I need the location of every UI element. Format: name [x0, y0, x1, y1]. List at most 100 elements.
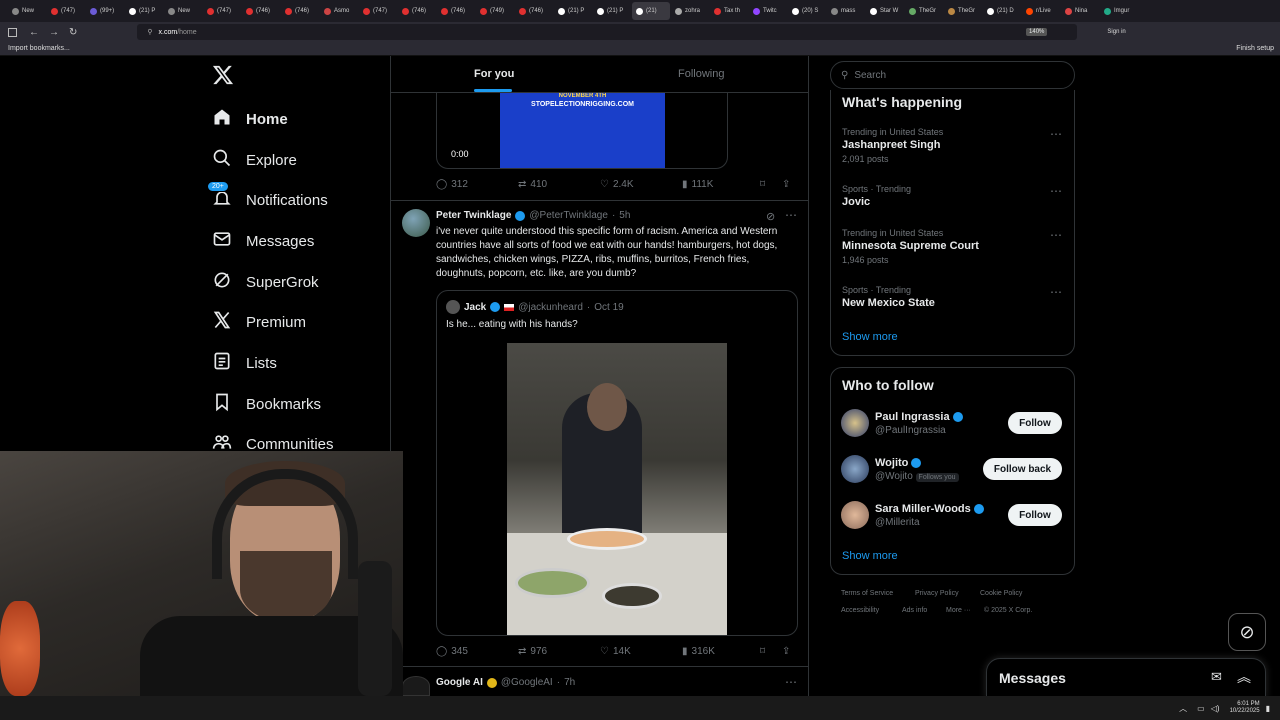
avatar[interactable]: [402, 209, 430, 237]
expand-icon[interactable]: ︽: [1237, 667, 1251, 687]
finish-setup-link[interactable]: Finish setup: [1236, 45, 1274, 52]
browser-tab[interactable]: (99+): [86, 2, 124, 20]
quote-photo[interactable]: [507, 343, 727, 635]
more-options-icon[interactable]: ⋯: [1050, 184, 1063, 198]
address-bar[interactable]: ⚲ x.com/home 140%: [137, 24, 1078, 40]
repost-button[interactable]: ⇄ 410: [518, 179, 600, 190]
clock-time[interactable]: 6:01 PM: [1230, 701, 1259, 708]
network-icon[interactable]: ▭: [1197, 704, 1205, 713]
browser-tab[interactable]: (746): [281, 2, 319, 20]
browser-tab[interactable]: (20) S: [788, 2, 826, 20]
show-more-trends-link[interactable]: Show more: [842, 331, 898, 343]
sidebar-item-messages[interactable]: Messages: [212, 229, 314, 253]
volume-icon[interactable]: ◁): [1211, 704, 1220, 713]
new-message-icon[interactable]: ✉: [1211, 669, 1222, 685]
follow-back-button[interactable]: Follow back: [983, 458, 1062, 480]
more-options-icon[interactable]: ⋯: [1050, 127, 1063, 141]
browser-tab[interactable]: Tax th: [710, 2, 748, 20]
follow-suggestion[interactable]: Paul Ingrassia @PaulIngrassia: [841, 409, 963, 437]
zoom-level[interactable]: 140%: [1026, 28, 1048, 36]
sidebar-item-premium[interactable]: Premium: [212, 310, 306, 334]
browser-tab[interactable]: Twitc: [749, 2, 787, 20]
browser-tab[interactable]: (21) P: [125, 2, 163, 20]
clock-date[interactable]: 10/22/2025: [1230, 708, 1260, 715]
browser-tab[interactable]: Asmo: [320, 2, 358, 20]
import-bookmarks-link[interactable]: Import bookmarks...: [8, 45, 70, 52]
tab-following[interactable]: Following: [678, 68, 724, 80]
footer-link[interactable]: Cookie Policy: [980, 590, 1022, 597]
sidebar-item-bookmarks[interactable]: Bookmarks: [212, 392, 321, 416]
more-options-icon[interactable]: ⋯: [785, 208, 797, 222]
reply-button[interactable]: ◯ 312: [436, 179, 518, 190]
sidebar-item-explore[interactable]: Explore: [212, 148, 297, 172]
footer-link[interactable]: Ads info: [902, 607, 927, 614]
grok-icon[interactable]: ⊘: [766, 210, 775, 223]
browser-tab[interactable]: Imgur: [1100, 2, 1138, 20]
browser-tab[interactable]: Nina: [1061, 2, 1099, 20]
browser-tab[interactable]: (21) P: [554, 2, 592, 20]
tweet-time[interactable]: 5h: [619, 210, 630, 221]
browser-tab[interactable]: (746): [242, 2, 280, 20]
browser-tab[interactable]: (749): [476, 2, 514, 20]
footer-link[interactable]: Accessibility: [841, 607, 879, 614]
browser-tab[interactable]: (747): [359, 2, 397, 20]
sidebar-toggle-icon[interactable]: [8, 27, 17, 37]
trend-item[interactable]: Trending in United States Minnesota Supre…: [842, 228, 979, 265]
sidebar-item-supergrok[interactable]: SuperGrok: [212, 270, 319, 294]
follow-button[interactable]: Follow: [1008, 504, 1062, 526]
notification-center-icon[interactable]: ▮: [1266, 704, 1270, 713]
bookmark-icon[interactable]: ⌑: [760, 179, 782, 190]
tweet-author-handle[interactable]: @GoogleAI: [501, 677, 553, 688]
like-button[interactable]: ♡ 14K: [600, 646, 682, 657]
quote-tweet[interactable]: Jack @jackunheard · Oct 19 Is he... eati…: [436, 290, 798, 636]
back-icon[interactable]: ←: [29, 27, 39, 38]
browser-tab[interactable]: (21): [632, 2, 670, 20]
browser-tab[interactable]: (746): [398, 2, 436, 20]
sidebar-item-lists[interactable]: Lists: [212, 351, 277, 375]
follow-button[interactable]: Follow: [1008, 412, 1062, 434]
search-input[interactable]: ⚲ Search: [830, 61, 1075, 89]
avatar[interactable]: [402, 676, 430, 696]
browser-tab[interactable]: TheGr: [905, 2, 943, 20]
reload-icon[interactable]: ↻: [69, 27, 77, 38]
bookmark-icon[interactable]: ⌑: [760, 646, 782, 657]
browser-tab[interactable]: (747): [203, 2, 241, 20]
repost-button[interactable]: ⇄ 976: [518, 646, 600, 657]
follow-suggestion[interactable]: Sara Miller-Woods @Millerita: [841, 501, 984, 529]
like-button[interactable]: ♡ 2.4K: [600, 179, 682, 190]
follow-suggestion[interactable]: Wojito @Wojito Follows you: [841, 455, 959, 483]
footer-link[interactable]: More ···: [946, 607, 971, 614]
video-player[interactable]: NOVEMBER 4TH STOPELECTIONRIGGING.COM 0:0…: [436, 93, 728, 169]
browser-tab[interactable]: zohra: [671, 2, 709, 20]
browser-tab[interactable]: (21) D: [983, 2, 1021, 20]
more-options-icon[interactable]: ⋯: [1050, 228, 1063, 242]
share-icon[interactable]: ⇪: [782, 646, 790, 657]
messages-drawer[interactable]: Messages ✉ ︽: [986, 658, 1266, 698]
views-button[interactable]: ▮ 316K: [682, 646, 760, 657]
browser-tab[interactable]: mass: [827, 2, 865, 20]
tweet-author-name[interactable]: Google AI: [436, 677, 483, 688]
share-icon[interactable]: ⇪: [782, 179, 790, 190]
trend-item[interactable]: Sports · Trending New Mexico State: [842, 285, 935, 309]
tweet-time[interactable]: 7h: [564, 677, 575, 688]
tweet-author-handle[interactable]: @PeterTwinklage: [529, 210, 608, 221]
forward-icon[interactable]: →: [49, 27, 59, 38]
show-more-follow-link[interactable]: Show more: [842, 550, 898, 562]
tweet-author-name[interactable]: Peter Twinklage: [436, 210, 511, 221]
x-logo-icon[interactable]: [212, 64, 234, 86]
browser-tab[interactable]: (746): [515, 2, 553, 20]
sidebar-item-notifications[interactable]: 20+ Notifications: [207, 181, 328, 212]
reply-button[interactable]: ◯ 345: [436, 646, 518, 657]
browser-tab[interactable]: TheGr: [944, 2, 982, 20]
more-options-icon[interactable]: ⋯: [785, 675, 797, 689]
footer-link[interactable]: Privacy Policy: [915, 590, 959, 597]
footer-link[interactable]: Terms of Service: [841, 590, 893, 597]
browser-tab[interactable]: New: [164, 2, 202, 20]
trend-item[interactable]: Sports · Trending Jovic: [842, 184, 911, 208]
browser-tab[interactable]: (21) P: [593, 2, 631, 20]
views-button[interactable]: ▮ 111K: [682, 179, 760, 190]
more-options-icon[interactable]: ⋯: [1050, 285, 1063, 299]
grok-floating-button[interactable]: ⊘: [1228, 613, 1266, 651]
browser-tab[interactable]: New: [8, 2, 46, 20]
sign-in-button[interactable]: Sign in: [1107, 29, 1125, 35]
